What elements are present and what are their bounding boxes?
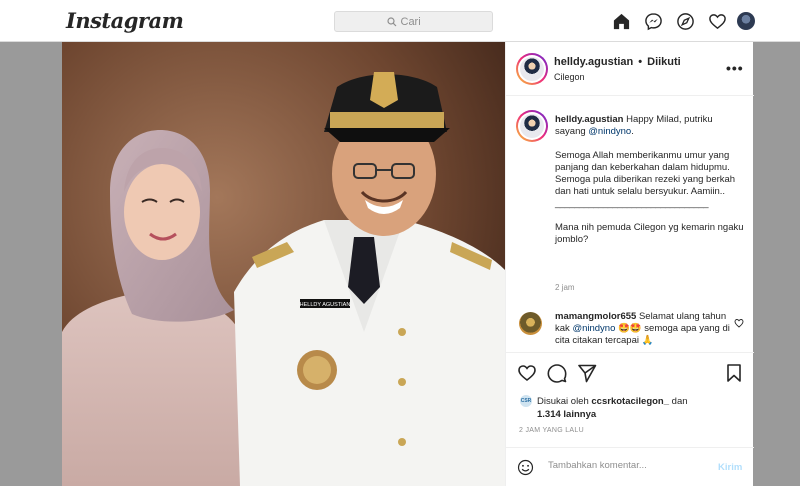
liker-avatar[interactable]: CSR — [519, 394, 533, 408]
caption-line1-end: . — [631, 126, 634, 137]
caption-text: helldy.agustian Happy Milad, putriku say… — [555, 114, 745, 246]
instagram-logo[interactable]: Instagram — [66, 8, 184, 33]
send-comment-button[interactable]: Kirim — [718, 462, 742, 473]
commenter-username[interactable]: mamangmolor655 — [555, 311, 636, 322]
comment-mention[interactable]: @nindyno — [572, 323, 615, 334]
post-location[interactable]: Cilegon — [554, 72, 585, 82]
emoji-smile-icon[interactable] — [517, 459, 535, 477]
post-date[interactable]: 2 JAM YANG LALU — [519, 427, 584, 434]
add-comment-bar: Kirim — [506, 447, 754, 486]
post-photo[interactable]: HELLDY AGUSTIAN — [62, 42, 505, 486]
nav-icons — [611, 11, 755, 31]
home-icon[interactable] — [611, 11, 631, 31]
separator-dot: • — [638, 56, 643, 68]
likes-connector: dan — [671, 396, 688, 407]
activity-heart-icon[interactable] — [707, 11, 727, 31]
caption-section: helldy.agustian Happy Milad, putriku say… — [506, 97, 754, 300]
caption-paragraph-2: Semoga Allah memberikanmu umur yang panj… — [555, 150, 736, 197]
post-photo-illustration: HELLDY AGUSTIAN — [62, 42, 505, 486]
comment-item: mamangmolor655 Selamat ulang tahun kak @… — [506, 300, 754, 350]
comment-text: mamangmolor655 Selamat ulang tahun kak @… — [555, 311, 735, 347]
like-heart-icon[interactable] — [517, 363, 539, 385]
likes-others-count[interactable]: 1.314 lainnya — [537, 409, 596, 420]
caption-avatar[interactable] — [516, 110, 548, 142]
likes-prefix: Disukai oleh — [537, 396, 589, 407]
follow-status[interactable]: Diikuti — [647, 56, 681, 68]
name-tag-text: HELLDY AGUSTIAN — [300, 302, 351, 308]
likes-text: Disukai oleh ccsrkotacilegon_ dan 1.314 … — [537, 395, 747, 421]
add-comment-input[interactable] — [548, 460, 708, 471]
post-details-panel: helldy.agustian • Diikuti Cilegon ••• he… — [505, 42, 754, 486]
save-bookmark-icon[interactable] — [724, 363, 746, 385]
share-send-icon[interactable] — [577, 363, 599, 385]
caption-username[interactable]: helldy.agustian — [555, 114, 623, 125]
search-input[interactable] — [400, 15, 441, 28]
caption-paragraph-3: Mana nih pemuda Cilegon yg kemarin ngaku… — [555, 222, 744, 245]
caption-time[interactable]: 2 jam — [555, 283, 575, 292]
messenger-icon[interactable] — [643, 11, 663, 31]
explore-icon[interactable] — [675, 11, 695, 31]
commenter-avatar[interactable] — [519, 312, 542, 335]
more-options-icon[interactable]: ••• — [726, 60, 744, 76]
author-line: helldy.agustian • Diikuti — [554, 56, 681, 68]
comment-bubble-icon[interactable] — [547, 363, 569, 385]
search-icon — [386, 16, 396, 26]
comment-like-heart-icon[interactable] — [734, 318, 744, 328]
top-navigation-bar: Instagram — [0, 0, 800, 42]
search-box[interactable] — [334, 11, 493, 32]
post-header: helldy.agustian • Diikuti Cilegon ••• — [506, 42, 754, 96]
liker-username[interactable]: ccsrkotacilegon_ — [591, 396, 669, 407]
profile-avatar[interactable] — [737, 12, 755, 30]
author-username[interactable]: helldy.agustian — [554, 56, 633, 68]
caption-divider: ________________________________ — [555, 198, 709, 209]
author-avatar[interactable] — [516, 53, 548, 85]
caption-mention[interactable]: @nindyno — [588, 126, 631, 137]
likes-summary: CSR Disukai oleh ccsrkotacilegon_ dan 1.… — [506, 390, 754, 426]
